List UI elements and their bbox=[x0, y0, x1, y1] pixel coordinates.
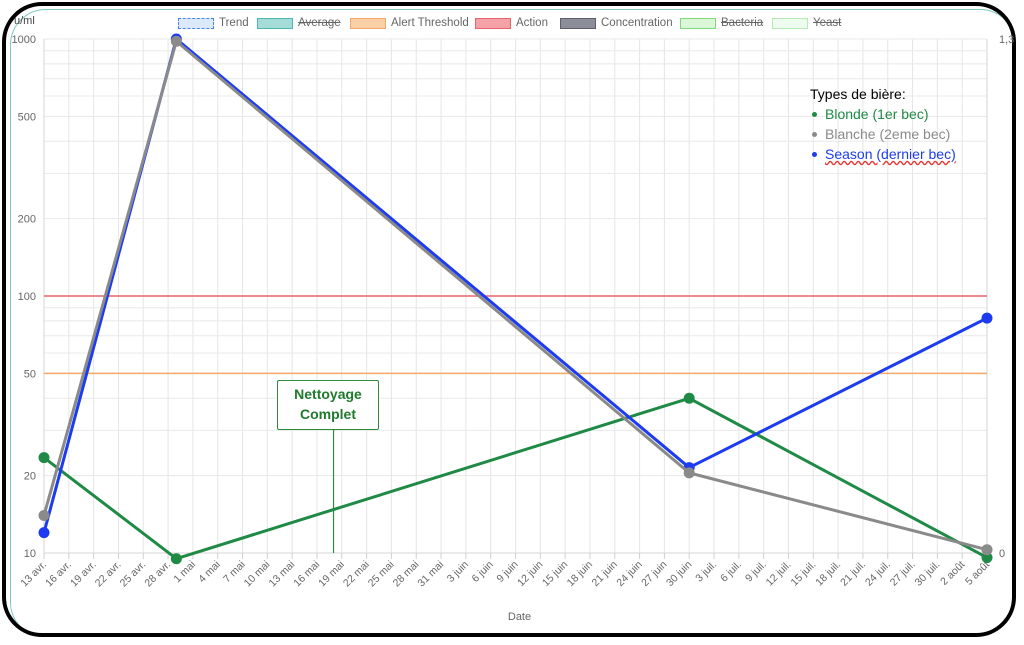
beer-type-label: Blonde (1er bec) bbox=[825, 106, 929, 122]
y-tick-label: 20 bbox=[24, 471, 36, 483]
x-tick-label: 19 mai bbox=[316, 559, 347, 590]
legend-item-yeast[interactable]: Yeast bbox=[772, 14, 841, 32]
legend-label: Bacteria bbox=[721, 17, 764, 29]
x-tick-label: 3 juil. bbox=[693, 559, 719, 585]
x-tick-label: 16 avr. bbox=[43, 559, 74, 590]
beer-types-box: Types de bière: Blonde (1er bec) Blanche… bbox=[810, 84, 956, 164]
legend-swatch bbox=[560, 17, 596, 29]
x-tick-label: 13 avr. bbox=[18, 559, 49, 590]
legend-label: Yeast bbox=[813, 17, 842, 29]
x-tick-label: 12 juil. bbox=[764, 559, 794, 589]
bullet-icon bbox=[812, 111, 817, 117]
data-point bbox=[38, 509, 50, 521]
x-tick-label: 28 mai bbox=[391, 559, 422, 590]
x-tick-label: 18 juil. bbox=[813, 559, 843, 589]
data-point bbox=[981, 312, 993, 324]
legend-item-concentration[interactable]: Concentration bbox=[560, 14, 673, 32]
legend-item-average[interactable]: Average bbox=[257, 14, 341, 32]
legend-item-alert[interactable]: Alert Threshold bbox=[350, 14, 469, 32]
x-tick-label: 18 juin bbox=[565, 559, 595, 589]
y-tick-label: 10 bbox=[24, 548, 36, 560]
x-tick-label: 19 avr. bbox=[68, 559, 99, 590]
data-point bbox=[170, 553, 182, 565]
beer-type-blanche: Blanche (2eme bec) bbox=[810, 124, 956, 144]
x-tick-label: 6 juin bbox=[470, 559, 496, 585]
y2-tick-label: 1,3 bbox=[999, 34, 1014, 46]
legend-swatch bbox=[178, 17, 214, 29]
x-tick-label: 31 mai bbox=[415, 559, 446, 590]
chart-legend: Trend Average Alert Threshold Action Concent… bbox=[0, 14, 1024, 32]
x-tick-label: 22 mai bbox=[341, 559, 372, 590]
x-tick-label: 16 mai bbox=[291, 559, 322, 590]
y-tick-label: 100 bbox=[18, 291, 36, 303]
legend-label: Trend bbox=[219, 17, 249, 29]
x-tick-label: 24 juil. bbox=[863, 559, 893, 589]
x-tick-label: 15 juil. bbox=[788, 559, 818, 589]
cleaning-annotation: Nettoyage Complet bbox=[277, 380, 379, 430]
annotation-line2: Complet bbox=[300, 406, 356, 422]
legend-item-trend[interactable]: Trend bbox=[178, 14, 249, 32]
y-tick-label: 500 bbox=[18, 111, 36, 123]
x-tick-label: 2 août bbox=[938, 559, 967, 588]
x-tick-label: 15 juin bbox=[540, 559, 570, 589]
legend-swatch bbox=[350, 17, 386, 29]
x-tick-label: 3 juin bbox=[445, 559, 471, 585]
x-tick-label: 12 juin bbox=[515, 559, 545, 589]
beer-type-season: Season (dernier bec) bbox=[810, 144, 956, 164]
x-tick-label: 13 mai bbox=[267, 559, 298, 590]
data-point bbox=[38, 452, 50, 464]
x-tick-label: 28 avr. bbox=[142, 559, 173, 590]
legend-label: Average bbox=[298, 17, 341, 29]
bullet-icon bbox=[812, 151, 817, 157]
x-axis-title: Date bbox=[508, 611, 531, 623]
legend-swatch bbox=[257, 17, 293, 29]
x-tick-label: 6 juil. bbox=[718, 559, 744, 585]
data-point bbox=[683, 467, 695, 479]
data-point bbox=[38, 527, 50, 539]
legend-item-action[interactable]: Action bbox=[475, 14, 548, 32]
legend-label: Alert Threshold bbox=[391, 17, 469, 29]
data-point bbox=[683, 392, 695, 404]
beer-type-blonde: Blonde (1er bec) bbox=[810, 104, 956, 124]
x-tick-label: 21 juil. bbox=[838, 559, 868, 589]
annotation-line1: Nettoyage bbox=[294, 386, 362, 402]
x-tick-label: 27 juin bbox=[639, 559, 669, 589]
x-tick-label: 10 mai bbox=[242, 559, 273, 590]
legend-label: Action bbox=[516, 17, 548, 29]
bullet-icon bbox=[812, 131, 817, 137]
x-tick-label: 25 mai bbox=[366, 559, 397, 590]
beer-types-title: Types de bière: bbox=[810, 86, 906, 102]
y2-tick-label: 0 bbox=[999, 548, 1005, 560]
x-tick-label: 22 avr. bbox=[93, 559, 124, 590]
y-tick-label: 50 bbox=[24, 368, 36, 380]
beer-type-label: Season (dernier bec) bbox=[825, 146, 956, 162]
x-tick-label: 30 juil. bbox=[913, 559, 943, 589]
legend-swatch bbox=[475, 17, 511, 29]
x-tick-label: 4 mai bbox=[196, 559, 223, 586]
x-tick-label: 25 avr. bbox=[118, 559, 149, 590]
x-tick-label: 21 juin bbox=[590, 559, 620, 589]
legend-swatch bbox=[772, 17, 808, 29]
legend-item-bacteria[interactable]: Bacteria bbox=[680, 14, 763, 32]
legend-label: Concentration bbox=[601, 17, 673, 29]
legend-swatch bbox=[680, 17, 716, 29]
beer-type-label: Blanche (2eme bec) bbox=[825, 126, 951, 142]
data-point bbox=[170, 35, 182, 47]
x-tick-label: 27 juil. bbox=[888, 559, 918, 589]
x-tick-label: 24 juin bbox=[614, 559, 644, 589]
data-point bbox=[981, 544, 993, 556]
y-tick-label: 200 bbox=[18, 214, 36, 226]
x-tick-label: 30 juin bbox=[664, 559, 694, 589]
y-tick-label: 1000 bbox=[12, 34, 36, 46]
